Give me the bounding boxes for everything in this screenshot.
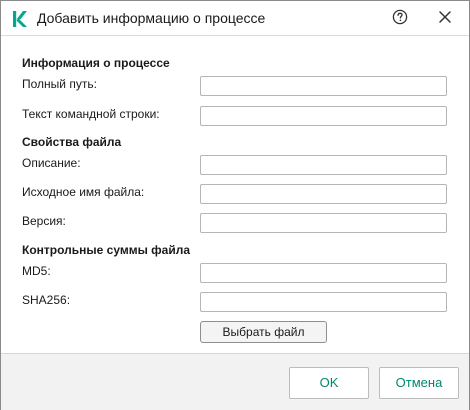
process-info-heading: Информация о процессе — [22, 56, 170, 70]
select-file-button[interactable]: Выбрать файл — [200, 321, 327, 343]
help-button[interactable] — [389, 8, 411, 30]
full-path-label: Полный путь: — [22, 77, 97, 91]
version-input[interactable] — [200, 213, 447, 233]
file-properties-heading: Свойства файла — [22, 135, 122, 149]
sha256-input[interactable] — [200, 292, 447, 312]
md5-label: MD5: — [22, 264, 51, 278]
question-circle-icon — [392, 9, 408, 30]
title-bar: Добавить информацию о процессе — [1, 1, 469, 36]
dialog-title: Добавить информацию о процессе — [37, 10, 266, 26]
close-x-icon — [438, 10, 452, 29]
command-line-input[interactable] — [200, 106, 447, 126]
dialog-content: Информация о процессе Полный путь: Текст… — [1, 36, 469, 354]
ok-button[interactable]: OK — [289, 367, 369, 399]
version-label: Версия: — [22, 214, 66, 228]
description-input[interactable] — [200, 155, 447, 175]
add-process-info-dialog: Добавить информацию о процессе Информаци… — [0, 0, 470, 410]
kaspersky-k-logo-icon — [12, 10, 28, 28]
sha256-label: SHA256: — [22, 293, 71, 307]
command-line-label: Текст командной строки: — [22, 107, 160, 121]
original-file-name-input[interactable] — [200, 184, 447, 204]
checksums-heading: Контрольные суммы файла — [22, 243, 191, 257]
cancel-button[interactable]: Отмена — [379, 367, 459, 399]
md5-input[interactable] — [200, 263, 447, 283]
description-label: Описание: — [22, 156, 81, 170]
dialog-footer: OK Отмена — [1, 353, 469, 410]
original-file-name-label: Исходное имя файла: — [22, 185, 145, 199]
close-button[interactable] — [434, 8, 456, 30]
full-path-input[interactable] — [200, 76, 447, 96]
